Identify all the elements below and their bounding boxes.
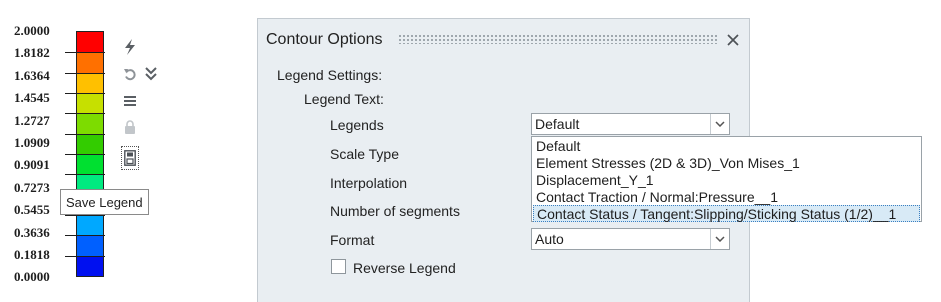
save-legend-tooltip: Save Legend — [60, 189, 149, 215]
expand-chevron-icon[interactable] — [142, 65, 160, 83]
legend-value-label: 0.3636 — [14, 224, 50, 240]
chevron-down-icon[interactable] — [710, 114, 729, 134]
legend-tick — [65, 255, 105, 257]
legend-tick — [65, 52, 105, 54]
reverse-legend-label[interactable]: Reverse Legend — [353, 260, 456, 276]
legend-settings-label: Legend Settings: — [277, 67, 383, 83]
dropdown-option[interactable]: Displacement_Y_1 — [533, 172, 920, 189]
legend-value-label: 2.0000 — [14, 23, 50, 38]
legend-color-band — [77, 215, 103, 236]
legend-tick — [65, 235, 105, 237]
legend-color-bar — [65, 31, 105, 277]
legend-value-label: 1.2727 — [14, 112, 50, 128]
legend-value-label: 1.6364 — [14, 67, 50, 83]
close-icon[interactable] — [725, 32, 741, 48]
legend-color-band — [77, 113, 103, 135]
legend-color-band — [77, 235, 103, 257]
legend-value-label: 0.0000 — [14, 269, 50, 285]
legend-color-band — [77, 32, 103, 53]
number-of-segments-label: Number of segments — [330, 203, 460, 219]
lightning-icon[interactable] — [121, 38, 139, 56]
legend-color-band — [77, 154, 103, 175]
legend-tick — [65, 72, 105, 74]
legend-color-band — [77, 93, 103, 114]
interpolation-label: Interpolation — [330, 175, 408, 191]
format-select-value: Auto — [535, 231, 564, 247]
drag-handle[interactable] — [398, 34, 718, 44]
list-icon[interactable] — [121, 92, 139, 110]
legend-value-label: 0.1818 — [14, 247, 50, 262]
legend-tick — [65, 93, 105, 94]
legends-select-value: Default — [535, 116, 580, 132]
legend-tick — [65, 113, 105, 115]
chevron-down-icon[interactable] — [710, 229, 729, 249]
legend-color-band — [77, 255, 103, 277]
legend-value-label: 0.9091 — [14, 157, 50, 173]
format-label: Format — [330, 232, 375, 248]
dialog-title: Contour Options — [266, 31, 383, 48]
dropdown-option-highlighted[interactable]: Contact Status / Tangent:Slipping/Sticki… — [533, 205, 920, 222]
legend-color-band — [77, 133, 103, 155]
reverse-legend-checkbox[interactable] — [331, 259, 346, 274]
dropdown-option[interactable]: Contact Traction / Normal:Pressure__1 — [533, 189, 920, 206]
legend-values: 2.0000 1.8182 1.6364 1.4545 1.2727 1.090… — [14, 23, 74, 285]
format-select[interactable]: Auto — [531, 228, 730, 250]
undo-icon[interactable] — [121, 65, 139, 83]
legend-color-band — [77, 52, 103, 74]
legends-label: Legends — [330, 117, 384, 133]
legend-value-label: 1.4545 — [14, 90, 50, 106]
save-legend-icon[interactable] — [121, 146, 139, 170]
lock-icon[interactable] — [121, 118, 139, 136]
legends-select[interactable]: Default — [531, 113, 730, 135]
dropdown-option[interactable]: Default — [533, 138, 920, 155]
legend-value-label: 1.8182 — [14, 45, 50, 61]
legend-tick — [65, 154, 105, 155]
legend-value-label: 0.5455 — [14, 202, 50, 218]
legend-color-band — [77, 72, 103, 94]
scale-type-label: Scale Type — [330, 146, 400, 162]
legend-tick — [65, 133, 105, 135]
dropdown-option[interactable]: Element Stresses (2D & 3D)_Von Mises_1 — [533, 155, 920, 172]
legend-value-label: 0.7273 — [14, 179, 50, 195]
legend-text-label: Legend Text: — [304, 91, 384, 107]
legends-dropdown-list: Default Element Stresses (2D & 3D)_Von M… — [531, 136, 922, 222]
legend-tick — [65, 174, 105, 176]
legend-value-label: 1.0909 — [14, 135, 50, 150]
